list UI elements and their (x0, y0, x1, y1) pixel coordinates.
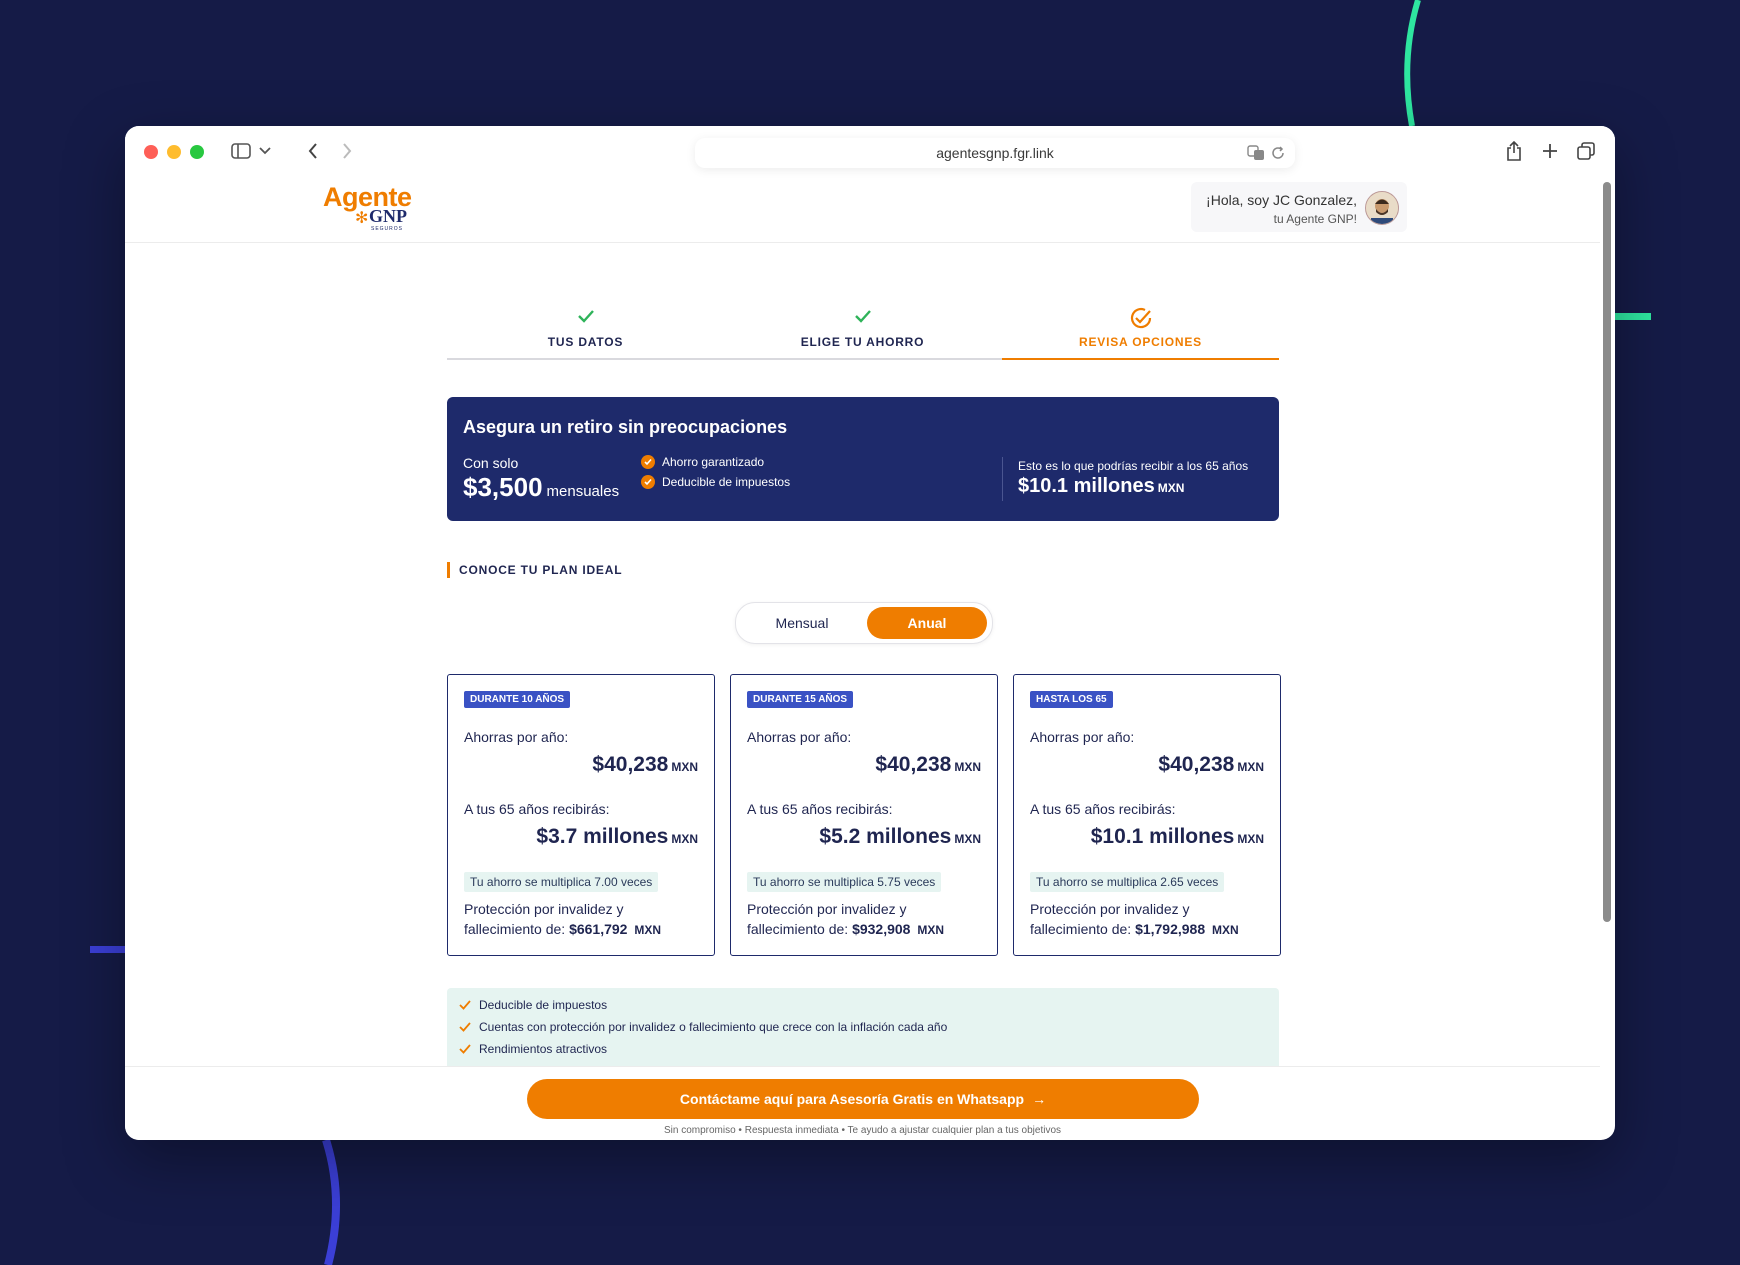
agent-greeting-card[interactable]: ¡Hola, soy JC Gonzalez, tu Agente GNP! (1191, 182, 1407, 232)
period-label: mensuales (546, 483, 620, 500)
scrollbar[interactable] (1603, 182, 1611, 922)
cta-note: Sin compromiso • Respuesta inmediata • T… (663, 1125, 1062, 1136)
save-label: Ahorras por año: (464, 729, 569, 745)
sidebar-toggle-icon[interactable] (229, 140, 253, 162)
forward-arrow-icon[interactable] (337, 140, 357, 162)
protection-info: Protección por invalidez y fallecimiento … (1030, 901, 1239, 937)
check-icon (459, 1044, 471, 1054)
check-icon (459, 1022, 471, 1032)
agente-gnp-logo[interactable]: Agente ✻ GNP SEGUROS (323, 184, 412, 233)
translate-icon[interactable] (1247, 145, 1265, 164)
check-circle-icon (1130, 307, 1151, 329)
check-badge-icon (641, 455, 655, 469)
url-text: agentesgnp.fgr.link (936, 145, 1054, 161)
receive-value: $5.2 millones MXN (819, 825, 981, 848)
plan-tag: DURANTE 10 AÑOS (464, 691, 571, 708)
protection-info: Protección por invalidez y fallecimiento … (464, 901, 662, 937)
progress-stepper: TUS DATOS ELIGE TU AHORRO REVISA OPCIONE… (447, 300, 1279, 360)
save-label: Ahorras por año: (747, 729, 852, 745)
summary-banner: Asegura un retiro sin preocupaciones Con… (447, 397, 1279, 521)
step-label: REVISA OPCIONES (1079, 335, 1202, 349)
step-revisa-opciones: REVISA OPCIONES (1002, 300, 1279, 358)
billing-period-toggle[interactable]: Mensual Anual (735, 602, 993, 644)
stepper-active-indicator (1002, 358, 1279, 360)
step-tus-datos: TUS DATOS (447, 300, 724, 358)
list-item: Cuentas con protección por invalidez o f… (459, 1020, 947, 1034)
receive-label: A tus 65 años recibirás: (1030, 801, 1176, 817)
banner-title: Asegura un retiro sin preocupaciones (463, 417, 788, 437)
banner-divider (1002, 457, 1003, 501)
step-elige-tu-ahorro: ELIGE TU AHORRO (724, 300, 1001, 358)
currency-label: MXN (1157, 481, 1185, 495)
logo-seguros-text: SEGUROS (371, 226, 404, 232)
benefit-bullet: Deducible de impuestos (641, 475, 790, 489)
reload-icon[interactable] (1271, 146, 1285, 163)
back-arrow-icon[interactable] (303, 140, 323, 162)
projection-label: Esto es lo que podrías recibir a los 65 … (1018, 459, 1249, 473)
minimize-window-button[interactable] (167, 145, 181, 159)
list-item: Rendimientos atractivos (459, 1042, 607, 1056)
step-label: TUS DATOS (547, 335, 624, 349)
browser-window: agentesgnp.fgr.link Agente ✻ GNP SEGUROS… (125, 126, 1615, 1140)
save-value: $40,238 MXN (1158, 753, 1264, 776)
section-title: CONOCE TU PLAN IDEAL (447, 562, 622, 578)
check-icon (577, 310, 594, 323)
banner-amount: $3,500 mensuales (463, 472, 619, 503)
projection-value: $10.1 millones MXN (1018, 475, 1184, 498)
projection-amount: $10.1 millones (1018, 475, 1155, 497)
chevron-down-icon[interactable] (257, 142, 273, 160)
arrow-right-icon: → (1032, 1091, 1047, 1107)
check-badge-icon (641, 475, 655, 489)
save-value: $40,238 MXN (592, 753, 698, 776)
plan-card-15-anos[interactable]: DURANTE 15 AÑOS Ahorras por año: $40,238… (730, 674, 998, 956)
logo-asterisk-icon: ✻ (355, 210, 369, 227)
plan-tag: HASTA LOS 65 (1030, 691, 1113, 708)
sticky-cta-bar: Contáctame aquí para Asesoría Gratis en … (125, 1066, 1600, 1140)
multiplier-badge: Tu ahorro se multiplica 7.00 veces (464, 872, 659, 892)
zoom-window-button[interactable] (190, 145, 204, 159)
plan-card-hasta-65[interactable]: HASTA LOS 65 Ahorras por año: $40,238 MXN… (1013, 674, 1281, 956)
receive-label: A tus 65 años recibirás: (464, 801, 610, 817)
tab-overview-icon[interactable] (1575, 140, 1597, 162)
monthly-amount: $3,500 (463, 472, 543, 502)
avatar (1365, 191, 1399, 225)
plan-card-10-anos[interactable]: DURANTE 10 AÑOS Ahorras por año: $40,238… (447, 674, 715, 956)
check-icon (459, 1000, 471, 1010)
list-item: Deducible de impuestos (459, 998, 607, 1012)
step-label: ELIGE TU AHORRO (800, 335, 925, 349)
address-bar[interactable]: agentesgnp.fgr.link (695, 138, 1295, 168)
save-label: Ahorras por año: (1030, 729, 1135, 745)
multiplier-badge: Tu ahorro se multiplica 2.65 veces (1030, 872, 1225, 892)
plan-tag: DURANTE 15 AÑOS (747, 691, 854, 708)
toggle-mensual[interactable]: Mensual (742, 607, 862, 639)
protection-info: Protección por invalidez y fallecimiento … (747, 901, 945, 937)
close-window-button[interactable] (144, 145, 158, 159)
whatsapp-cta-button[interactable]: Contáctame aquí para Asesoría Gratis en … (527, 1079, 1199, 1119)
page-content: TUS DATOS ELIGE TU AHORRO REVISA OPCIONE… (125, 242, 1600, 1140)
save-value: $40,238 MXN (875, 753, 981, 776)
agent-greeting: ¡Hola, soy JC Gonzalez, (1206, 192, 1357, 208)
new-tab-icon[interactable] (1539, 140, 1561, 162)
site-header: Agente ✻ GNP SEGUROS ¡Hola, soy JC Gonza… (125, 176, 1600, 243)
check-icon (854, 310, 871, 323)
share-icon[interactable] (1503, 139, 1525, 163)
browser-toolbar: agentesgnp.fgr.link (125, 126, 1615, 176)
receive-label: A tus 65 años recibirás: (747, 801, 893, 817)
receive-value: $3.7 millones MXN (536, 825, 698, 848)
multiplier-badge: Tu ahorro se multiplica 5.75 veces (747, 872, 942, 892)
receive-value: $10.1 millones MXN (1090, 825, 1264, 848)
banner-con-label: Con solo (463, 455, 519, 471)
bullet-text: Deducible de impuestos (662, 475, 791, 489)
benefit-bullet: Ahorro garantizado (641, 455, 764, 469)
bullet-text: Ahorro garantizado (662, 455, 765, 469)
toggle-anual[interactable]: Anual (867, 607, 987, 639)
cta-label: Contáctame aquí para Asesoría Gratis en … (679, 1091, 1025, 1107)
agent-subtitle: tu Agente GNP! (1273, 212, 1357, 226)
logo-gnp-text: GNP (369, 206, 407, 226)
